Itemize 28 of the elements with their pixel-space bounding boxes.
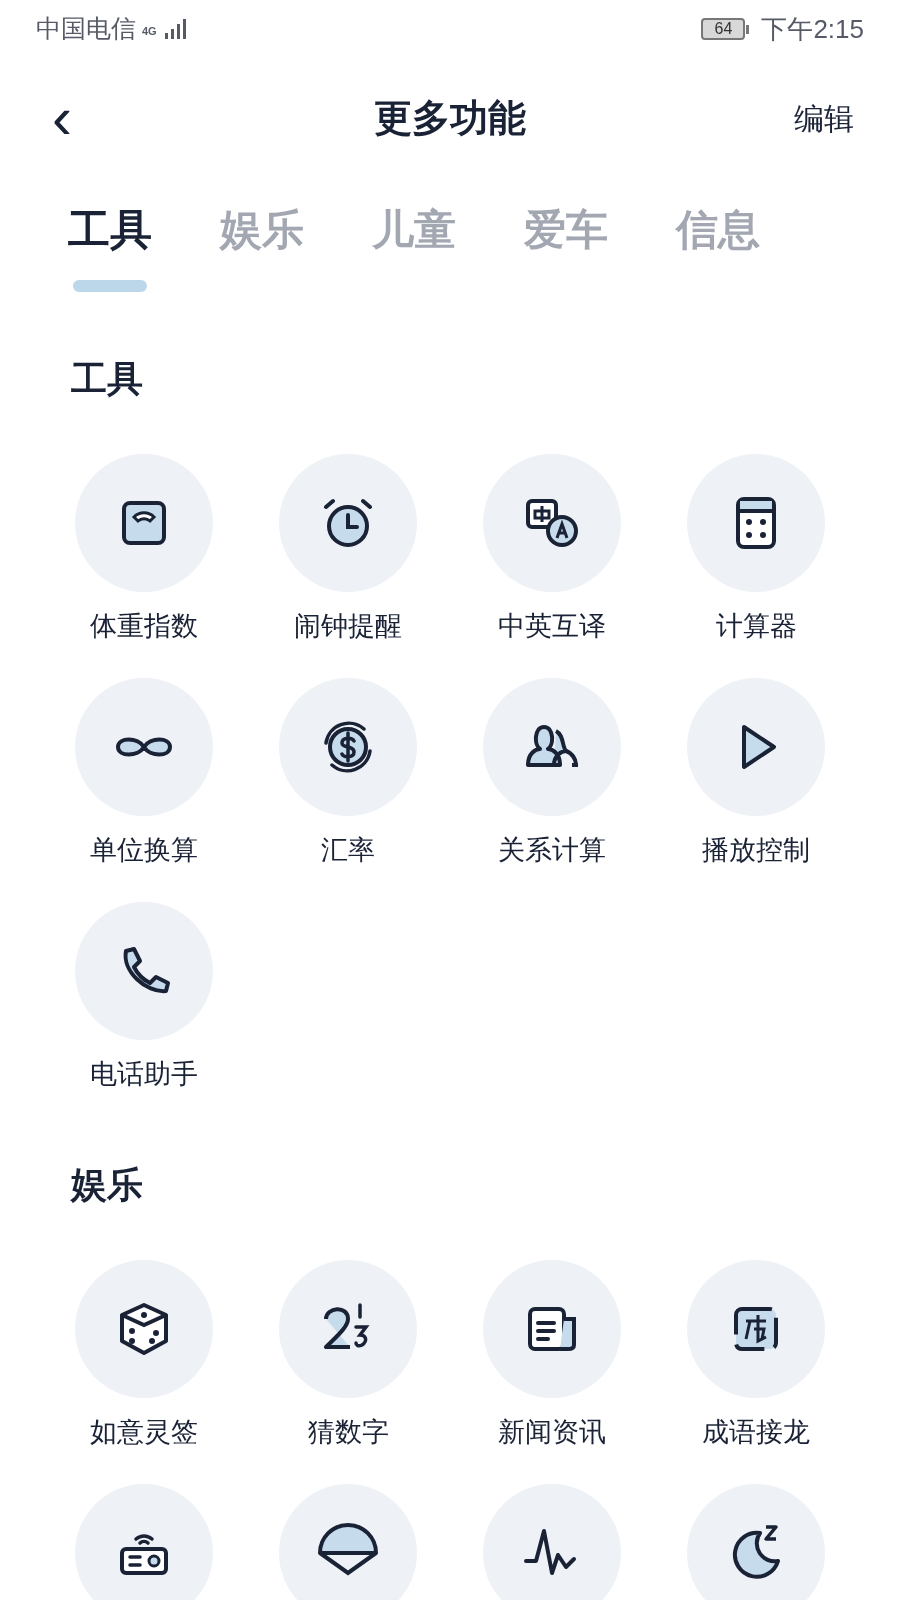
category-tab[interactable]: 娱乐 [220,202,304,258]
section-title: 娱乐 [69,1163,144,1207]
category-tab[interactable]: 爱车 [524,202,608,258]
feature-label: 计算器 [715,610,797,643]
feature-label: 电话助手 [90,1058,198,1091]
feature-label: 成语接龙 [702,1416,810,1449]
back-button[interactable]: ‹ [52,88,92,148]
section-title: 工具 [70,357,144,401]
network-type: 4G [142,26,157,38]
signal-icon [162,17,187,41]
feature-label: 新闻资讯 [498,1416,606,1449]
feature-label: 如意灵签 [90,1416,198,1449]
status-time: 下午2:15 [761,12,864,46]
feature-label: 关系计算 [498,834,606,867]
category-tab[interactable]: 信息 [676,202,760,258]
page-title: 更多功能 [374,95,526,141]
feature-label: 猜数字 [307,1416,389,1449]
category-tab[interactable]: 儿童 [372,202,456,258]
category-tab[interactable]: 工具 [68,202,152,258]
feature-label: 播放控制 [702,834,810,867]
feature-label: 单位换算 [90,834,198,867]
feature-label: 中英互译 [498,610,606,643]
feature-label: 体重指数 [90,610,198,643]
feature-label: 闹钟提醒 [294,610,402,643]
edit-button[interactable]: 编辑 [794,95,854,141]
battery-indicator: 64 [701,18,746,40]
feature-label: 汇率 [321,834,375,867]
carrier-name: 中国电信 [36,13,136,45]
